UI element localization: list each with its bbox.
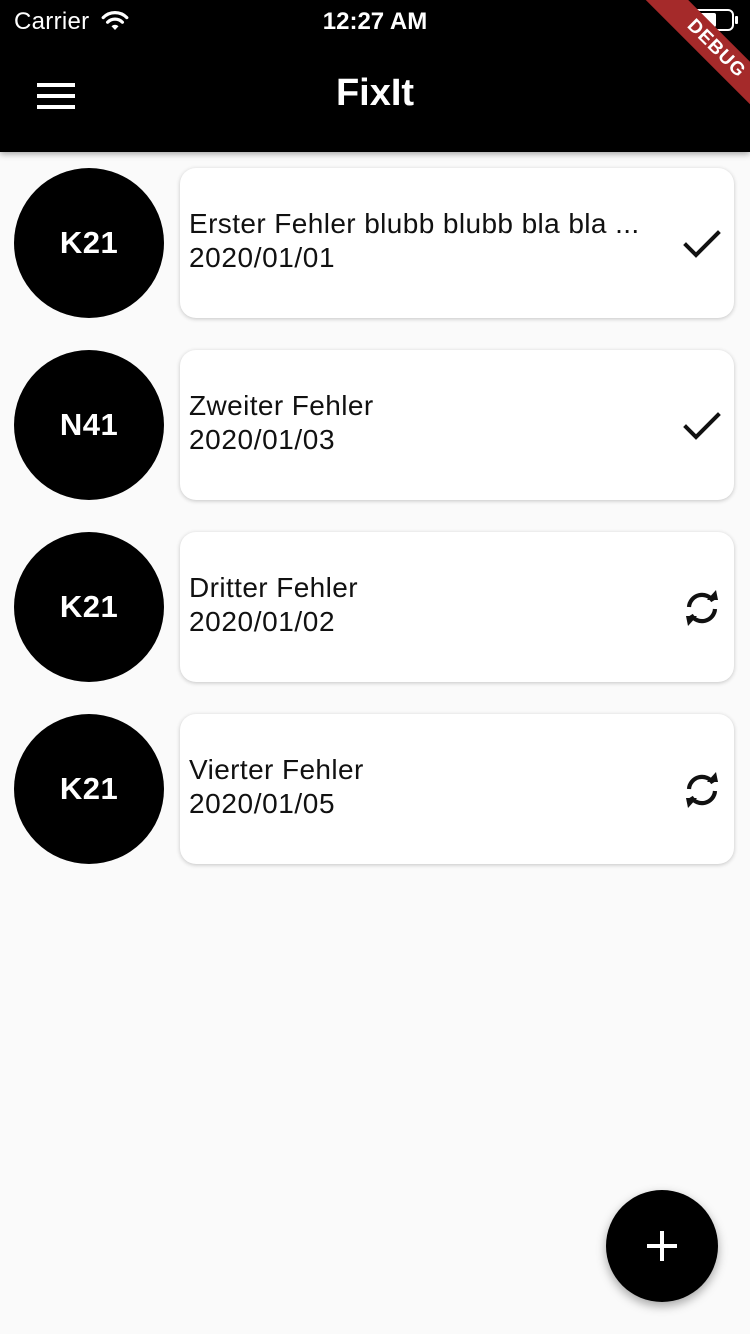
issue-card[interactable]: Dritter Fehler 2020/01/02 [180, 532, 734, 682]
issue-card[interactable]: Erster Fehler blubb blubb bla bla ... 20… [180, 168, 734, 318]
status-bar: Carrier 12:27 AM [0, 0, 750, 40]
avatar: K21 [14, 532, 164, 682]
issue-title: Vierter Fehler [189, 754, 364, 785]
avatar: N41 [14, 350, 164, 500]
status-time: 12:27 AM [322, 8, 428, 35]
list-item: K21 Dritter Fehler 2020/01/02 [0, 516, 750, 682]
sync-icon [686, 590, 718, 626]
list-item: N41 Zweiter Fehler 2020/01/03 [0, 334, 750, 500]
list-item: K21 Erster Fehler blubb blubb bla bla ..… [0, 152, 750, 318]
avatar: K21 [14, 714, 164, 864]
issue-card[interactable]: Zweiter Fehler 2020/01/03 [180, 350, 734, 500]
toolbar: FixIt [0, 40, 750, 152]
page-title: FixIt [335, 72, 415, 114]
add-issue-button[interactable] [606, 1190, 718, 1302]
issue-card[interactable]: Vierter Fehler 2020/01/05 [180, 714, 734, 864]
issue-date: 2020/01/05 [189, 788, 336, 819]
battery-icon [690, 9, 738, 31]
issue-date: 2020/01/02 [189, 606, 336, 637]
sync-icon [686, 772, 718, 808]
issue-title: Zweiter Fehler [189, 390, 374, 421]
list-item: K21 Vierter Fehler 2020/01/05 [0, 698, 750, 864]
add-icon [647, 1231, 677, 1261]
issue-title: Erster Fehler blubb blubb bla bla ... [189, 208, 640, 239]
issue-date: 2020/01/01 [189, 242, 336, 273]
issue-title: Dritter Fehler [189, 572, 358, 603]
check-icon [683, 230, 721, 258]
issue-date: 2020/01/03 [189, 424, 336, 455]
app-bar: Carrier 12:27 AM FixIt DEBUG [0, 0, 750, 152]
avatar: K21 [14, 168, 164, 318]
check-icon [683, 412, 721, 440]
